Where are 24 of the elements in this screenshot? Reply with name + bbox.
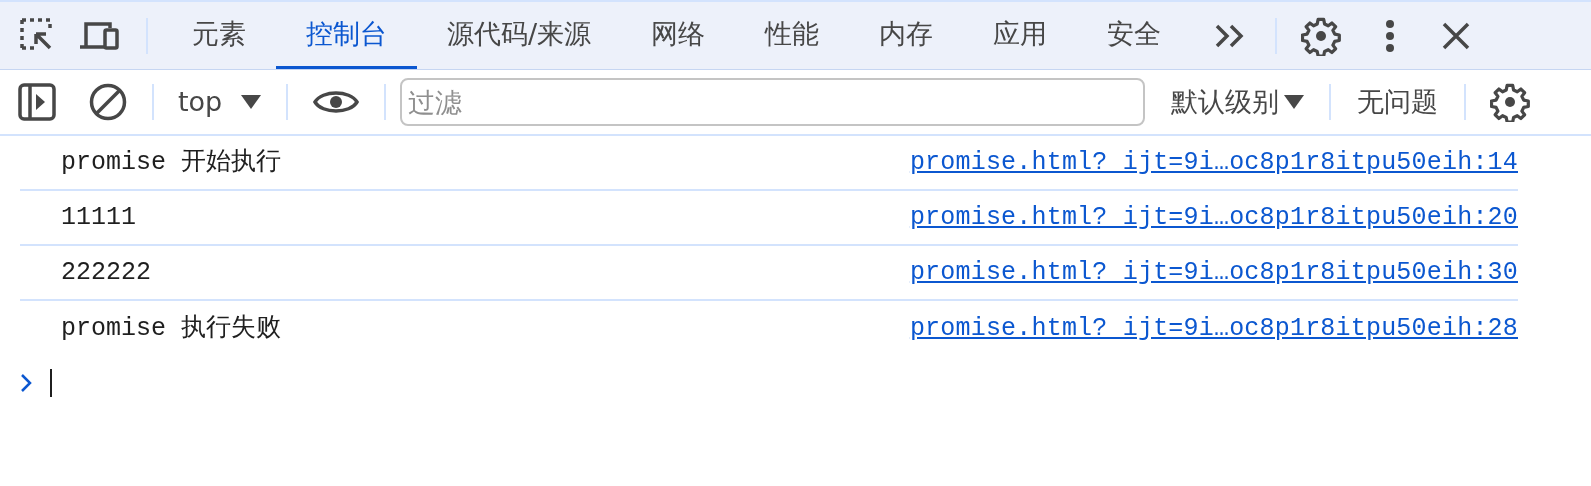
panel-tab[interactable]: 网络	[621, 2, 736, 69]
prompt-icon	[20, 373, 32, 393]
issues-label: 无问题	[1356, 84, 1440, 119]
panel-tab[interactable]: 安全	[1077, 2, 1192, 69]
log-levels-dropdown[interactable]: 默认级别	[1161, 81, 1316, 123]
log-message: 11111	[61, 201, 136, 234]
source-link[interactable]: promise.html?_ijt=9i…oc8p1r8itpu50eih:28	[909, 309, 1518, 348]
log-message: promise 开始执行	[61, 146, 282, 179]
log-message: promise 执行失败	[61, 312, 282, 345]
text-cursor	[50, 369, 52, 397]
log-message: 222222	[61, 256, 151, 289]
panel-tab[interactable]: 应用	[963, 2, 1078, 69]
source-link[interactable]: promise.html?_ijt=9i…oc8p1r8itpu50eih:30	[909, 253, 1518, 292]
panel-tab[interactable]: 控制台	[276, 2, 417, 69]
source-link[interactable]: promise.html?_ijt=9i…oc8p1r8itpu50eih:20	[909, 198, 1518, 237]
panel-tab[interactable]: 源代码/来源	[417, 2, 622, 69]
context-dropdown[interactable]: top	[168, 81, 273, 123]
caret-icon	[240, 94, 263, 110]
panel-tab[interactable]: 性能	[735, 2, 850, 69]
source-link[interactable]: promise.html?_ijt=9i…oc8p1r8itpu50eih:14	[909, 143, 1518, 182]
filter-field[interactable]: 过滤	[400, 78, 1146, 126]
panel-tab[interactable]: 元素	[162, 2, 276, 69]
caret-icon	[1283, 94, 1306, 110]
panel-tab[interactable]: 内存	[849, 2, 964, 69]
